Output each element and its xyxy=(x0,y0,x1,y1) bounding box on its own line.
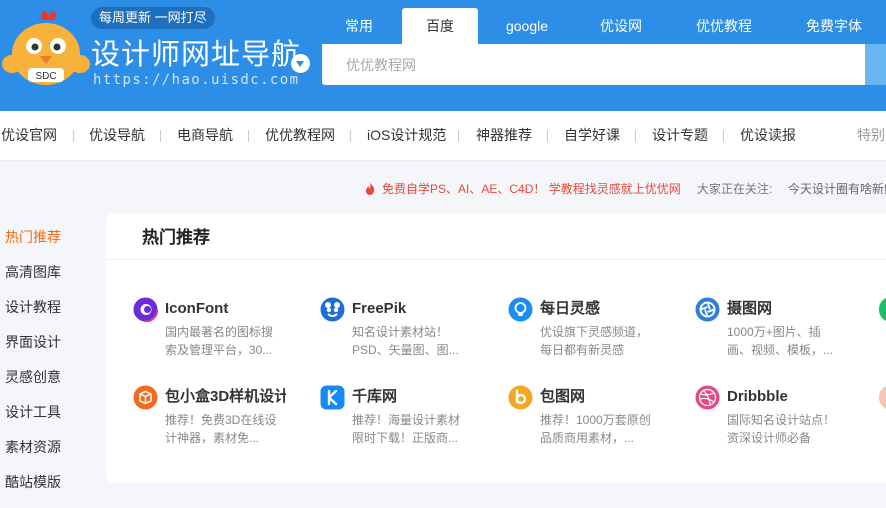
site-url: https://hao.uisdc.com xyxy=(93,72,300,88)
sidebar-item-hot[interactable]: 热门推荐 xyxy=(0,220,100,255)
site-card-dribbble[interactable]: Dribbble 国际知名设计站点！资深设计师必备 xyxy=(668,385,848,455)
site-card-iconfont[interactable]: IconFont 国内最著名的图标搜索及管理平台，30... xyxy=(106,297,286,367)
nav-divider xyxy=(635,130,636,142)
nav-item-youyou[interactable]: 优优教程网 xyxy=(265,111,335,159)
site-desc: 知名设计素材站！PSD、矢量图、图... xyxy=(352,325,459,357)
search-box xyxy=(322,44,865,85)
baotu-icon xyxy=(508,385,533,410)
site-name: 每日灵感 xyxy=(540,300,601,317)
search-tab-free-fonts[interactable]: 免费字体 xyxy=(782,8,886,44)
site-desc: 推荐！免费3D在线设计神器，素材免... xyxy=(165,413,277,445)
search-tab-youyou[interactable]: 优优教程 xyxy=(674,8,774,44)
sidebar-item-ui-design[interactable]: 界面设计 xyxy=(0,325,100,360)
sidebar-item-inspiration[interactable]: 灵感创意 xyxy=(0,360,100,395)
nav-item-special[interactable]: 特别: xyxy=(857,111,886,159)
site-desc: 国内最著名的图标搜索及管理平台，30... xyxy=(165,325,274,357)
site-desc: 推荐！1000万套原创品质商用素材，... xyxy=(540,413,651,445)
nav-divider xyxy=(723,130,724,142)
search-tab-common[interactable]: 常用 xyxy=(320,8,398,44)
sidebar-item-templates[interactable]: 酷站模版 xyxy=(0,465,100,500)
freepik-icon xyxy=(320,297,345,322)
fire-icon xyxy=(365,182,375,195)
site-name: 包小盒3D样机设计 xyxy=(165,388,286,405)
nav-divider xyxy=(248,130,249,142)
site-name: Dribbble xyxy=(727,388,788,405)
site-card-daily-inspiration[interactable]: 每日灵感 优设旗下灵感频道，每日都有新灵感 xyxy=(481,297,661,367)
nav-item-uisdc-nav[interactable]: 优设导航 xyxy=(89,111,145,159)
top-nav: 优设官网 优设导航 电商导航 优优教程网 iOS设计规范 神器推荐 自学好课 设… xyxy=(0,111,886,161)
site-desc: 推荐！海量设计素材限时下载！正版商... xyxy=(352,413,461,445)
divider xyxy=(106,259,886,260)
nav-item-ecommerce[interactable]: 电商导航 xyxy=(177,111,233,159)
nav-item-ios-guide[interactable]: iOS设计规范 xyxy=(367,111,446,159)
site-card-qianku[interactable]: 千库网 推荐！海量设计素材限时下载！正版商... xyxy=(293,385,473,455)
search-input[interactable] xyxy=(322,44,865,85)
nav-divider xyxy=(458,130,459,142)
nav-divider xyxy=(73,130,74,142)
lightbulb-icon xyxy=(508,297,533,322)
site-name: IconFont xyxy=(165,300,229,317)
sidebar-item-tutorials[interactable]: 设计教程 xyxy=(0,290,100,325)
section-title: 热门推荐 xyxy=(142,228,210,247)
box-icon xyxy=(133,385,158,410)
hot-notice[interactable]: 免费自学PS、AI、AE、C4D！ 学教程找灵感就上优优网 xyxy=(364,180,681,198)
site-title[interactable]: 设计师网址导航 xyxy=(91,36,301,72)
search-tab-google[interactable]: google xyxy=(484,8,570,44)
mascot-logo-icon[interactable]: SDC xyxy=(2,8,90,90)
site-desc: 国际知名设计站点！资深设计师必备 xyxy=(727,413,836,445)
site-card-baoxiaohe[interactable]: 包小盒3D样机设计 推荐！免费3D在线设计神器，素材免... xyxy=(106,385,286,455)
search-engine-tabs: 常用 百度 google 优设网 优优教程 免费字体 xyxy=(320,8,886,44)
nav-divider xyxy=(547,130,548,142)
camera-aperture-icon xyxy=(695,297,720,322)
nav-divider xyxy=(350,130,351,142)
chevron-down-icon[interactable] xyxy=(291,54,310,73)
sidebar-item-resources[interactable]: 素材资源 xyxy=(0,430,100,465)
site-card-freepik[interactable]: FreePik 知名设计素材站！PSD、矢量图、图... xyxy=(293,297,473,367)
hot-notice-text: 免费自学PS、AI、AE、C4D！ 学教程找灵感就上优优网 xyxy=(382,182,681,196)
nav-item-news[interactable]: 优设读报 xyxy=(740,111,796,159)
search-tab-baidu[interactable]: 百度 xyxy=(402,8,478,44)
site-desc: 1000万+图片、插画、视频、模板，... xyxy=(727,325,834,357)
hot-sites-card: 热门推荐 IconFont 国内最著名的图标搜索及管理平台，30... Free… xyxy=(106,213,886,483)
nav-item-topics[interactable]: 设计专题 xyxy=(652,111,708,159)
site-desc: 优设旗下灵感频道，每日都有新灵感 xyxy=(540,325,649,357)
site-name: 包图网 xyxy=(540,388,586,405)
category-sidebar: 热门推荐 高清图库 设计教程 界面设计 灵感创意 设计工具 素材资源 酷站模版 xyxy=(0,220,100,500)
iconfont-icon xyxy=(133,297,158,322)
site-name: 摄图网 xyxy=(727,300,773,317)
trending-label: 大家正在关注: xyxy=(697,182,773,196)
trending-ticker[interactable]: 今天设计圈有啥新鲜 xyxy=(788,180,886,198)
site-name: 千库网 xyxy=(352,388,398,405)
sidebar-item-hd-images[interactable]: 高清图库 xyxy=(0,255,100,290)
dribbble-icon xyxy=(695,385,720,410)
sidebar-item-design-tools[interactable]: 设计工具 xyxy=(0,395,100,430)
search-button[interactable] xyxy=(865,44,886,85)
mascot-badge-text: SDC xyxy=(35,71,56,82)
slogan-badge: 每周更新 一网打尽 xyxy=(91,7,215,29)
site-card-baotu[interactable]: 包图网 推荐！1000万套原创品质商用素材，... xyxy=(481,385,661,455)
nav-item-courses[interactable]: 自学好课 xyxy=(564,111,620,159)
nav-item-uisdc[interactable]: 优设官网 xyxy=(1,111,57,159)
qianku-icon xyxy=(320,385,345,410)
search-tab-uisdc[interactable]: 优设网 xyxy=(576,8,666,44)
site-name: FreePik xyxy=(352,300,407,317)
site-card-sheji[interactable]: 摄图网 1000万+图片、插画、视频、模板，... xyxy=(668,297,848,367)
nav-item-tools[interactable]: 神器推荐 xyxy=(476,111,532,159)
nav-divider xyxy=(160,130,161,142)
